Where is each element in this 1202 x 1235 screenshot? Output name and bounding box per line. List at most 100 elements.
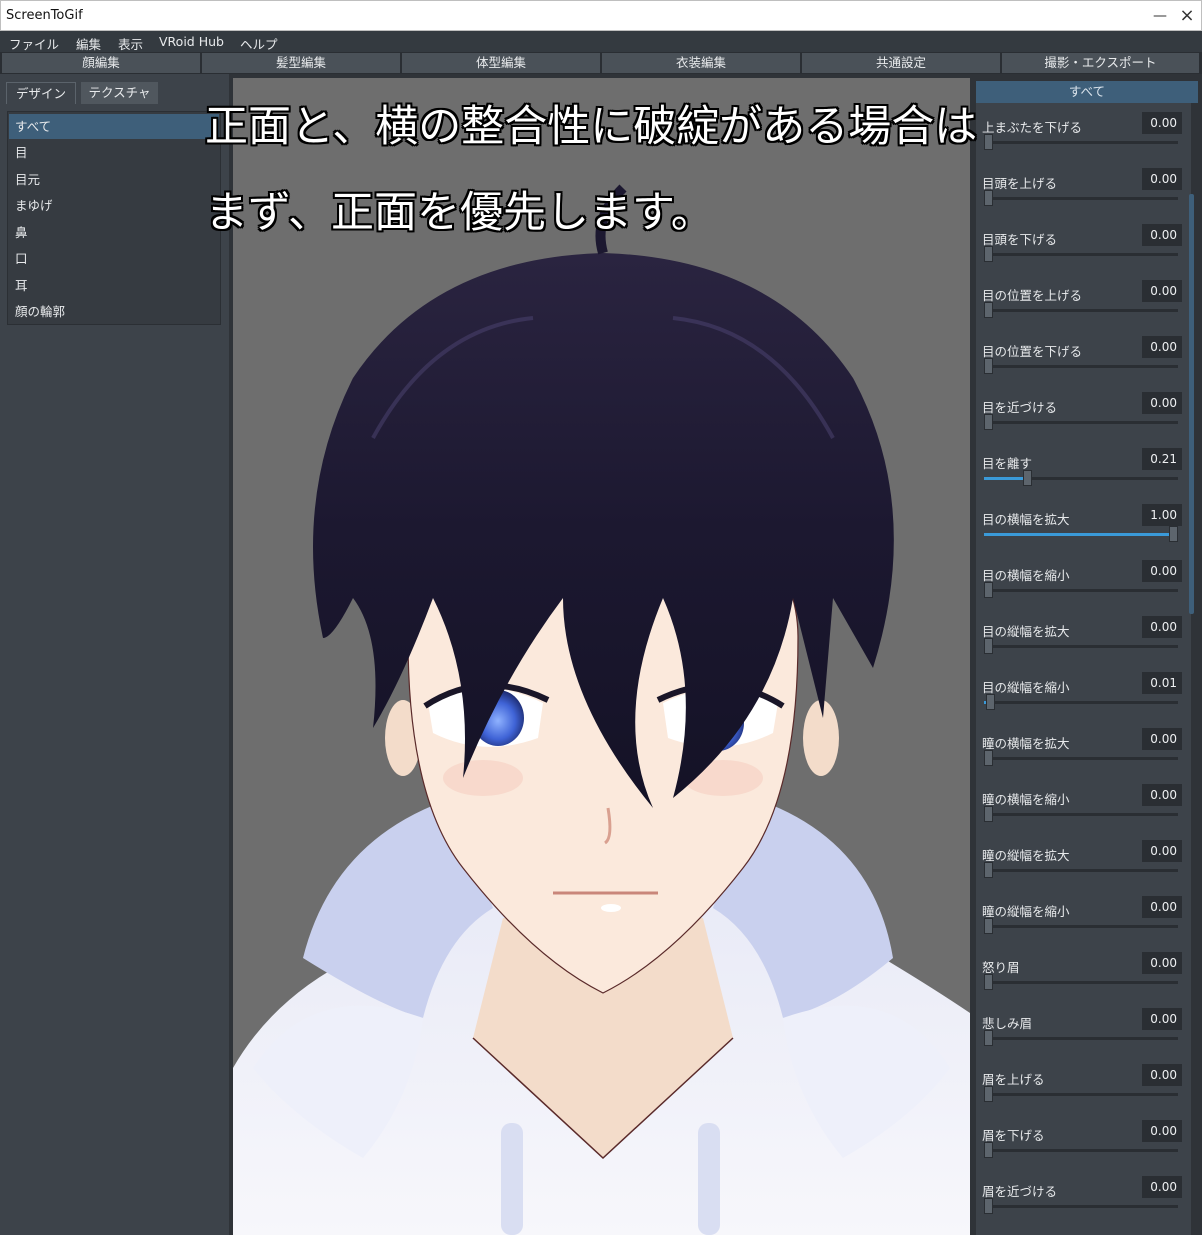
param-slider-track[interactable]	[984, 1093, 1178, 1096]
param-value-field[interactable]: 0.00	[1142, 728, 1182, 750]
param-slider-thumb[interactable]	[984, 1198, 993, 1214]
category-eye-area[interactable]: 目元	[9, 167, 219, 192]
param-slider-track[interactable]	[984, 141, 1178, 144]
param-value-field[interactable]: 0.00	[1142, 168, 1182, 190]
param-slider-track[interactable]	[984, 869, 1178, 872]
param-row: 眉を下げる 0.00	[976, 1113, 1191, 1169]
tab-hair-edit[interactable]: 髪型編集	[202, 53, 401, 73]
param-value-field[interactable]: 1.00	[1142, 504, 1182, 526]
param-label: 目の位置を上げる	[982, 288, 1083, 303]
param-list: 上まぶたを下げる 0.00 目頭を上げる 0.00 目頭を下げる 0.00 目の位置を上げる…	[976, 103, 1191, 1235]
param-slider-thumb[interactable]	[984, 190, 993, 206]
right-panel: すべて 上まぶたを下げる 0.00 目頭を上げる 0.00 目頭を下げる 0.00 目の位置…	[970, 74, 1202, 1235]
param-slider-track[interactable]	[984, 365, 1178, 368]
category-nose[interactable]: 鼻	[9, 220, 219, 245]
param-label: 眉を近づける	[982, 1184, 1058, 1199]
scrollbar-thumb[interactable]	[1189, 194, 1194, 614]
param-value-field[interactable]: 0.00	[1142, 784, 1182, 806]
param-slider-thumb[interactable]	[984, 414, 993, 430]
param-slider-track[interactable]	[984, 533, 1178, 536]
tab-face-edit[interactable]: 顔編集	[2, 53, 201, 73]
param-slider-track[interactable]	[984, 701, 1178, 704]
param-slider-thumb[interactable]	[984, 134, 993, 150]
close-icon[interactable]: ×	[1174, 5, 1200, 27]
param-slider-thumb[interactable]	[984, 1086, 993, 1102]
param-value-field[interactable]: 0.01	[1142, 672, 1182, 694]
param-slider-thumb[interactable]	[984, 862, 993, 878]
param-slider-track[interactable]	[984, 421, 1178, 424]
menu-help[interactable]: ヘルプ	[240, 34, 278, 53]
param-row: 目の位置を下げる 0.00	[976, 329, 1191, 385]
tab-texture[interactable]: テクスチャ	[81, 82, 158, 104]
category-face-contour[interactable]: 顔の輪郭	[9, 299, 219, 324]
param-slider-track[interactable]	[984, 589, 1178, 592]
category-eyebrows[interactable]: まゆげ	[9, 193, 219, 218]
param-value-field[interactable]: 0.00	[1142, 224, 1182, 246]
param-value-field[interactable]: 0.00	[1142, 112, 1182, 134]
menu-file[interactable]: ファイル	[9, 34, 59, 53]
param-value-field[interactable]: 0.00	[1142, 1064, 1182, 1086]
param-slider-thumb[interactable]	[984, 582, 993, 598]
tab-photo-export[interactable]: 撮影・エクスポート	[1002, 53, 1200, 73]
param-group-header[interactable]: すべて	[976, 81, 1198, 103]
param-slider-thumb[interactable]	[1169, 526, 1178, 542]
param-slider-thumb[interactable]	[984, 974, 993, 990]
param-label: 目の横幅を縮小	[982, 568, 1070, 583]
param-slider-thumb[interactable]	[984, 246, 993, 262]
param-slider-thumb[interactable]	[984, 750, 993, 766]
param-value-field[interactable]: 0.00	[1142, 336, 1182, 358]
menu-edit[interactable]: 編集	[76, 34, 101, 53]
param-slider-thumb[interactable]	[984, 1142, 993, 1158]
param-value-field[interactable]: 0.00	[1142, 560, 1182, 582]
param-slider-thumb[interactable]	[984, 806, 993, 822]
caption-line-1: 正面と、横の整合性に破綻がある場合は	[205, 102, 978, 152]
param-row: 目を離す 0.21	[976, 441, 1191, 497]
param-slider-thumb[interactable]	[984, 302, 993, 318]
param-slider-thumb[interactable]	[1023, 470, 1032, 486]
category-mouth[interactable]: 口	[9, 246, 219, 271]
category-all[interactable]: すべて	[9, 114, 219, 139]
param-slider-thumb[interactable]	[984, 918, 993, 934]
param-slider-thumb[interactable]	[984, 358, 993, 374]
param-value-field[interactable]: 0.00	[1142, 896, 1182, 918]
param-slider-track[interactable]	[984, 253, 1178, 256]
param-slider-track[interactable]	[984, 925, 1178, 928]
category-eyes[interactable]: 目	[9, 140, 219, 165]
minimize-icon[interactable]: —	[1147, 5, 1173, 27]
param-slider-track[interactable]	[984, 1149, 1178, 1152]
param-slider-track[interactable]	[984, 757, 1178, 760]
param-slider-track[interactable]	[984, 1037, 1178, 1040]
menu-vroid-hub[interactable]: VRoid Hub	[159, 34, 224, 49]
param-slider-track[interactable]	[984, 813, 1178, 816]
param-row: 瞳の横幅を縮小 0.00	[976, 777, 1191, 833]
param-slider-thumb[interactable]	[986, 694, 995, 710]
category-ears[interactable]: 耳	[9, 273, 219, 298]
param-value-field[interactable]: 0.00	[1142, 1176, 1182, 1198]
param-value-field[interactable]: 0.00	[1142, 1120, 1182, 1142]
menu-view[interactable]: 表示	[118, 34, 143, 53]
param-slider-track[interactable]	[984, 309, 1178, 312]
param-slider-track[interactable]	[984, 477, 1178, 480]
tab-body-edit[interactable]: 体型編集	[402, 53, 601, 73]
param-value-field[interactable]: 0.21	[1142, 448, 1182, 470]
param-value-field[interactable]: 0.00	[1142, 840, 1182, 862]
tab-outfit-edit[interactable]: 衣装編集	[602, 53, 801, 73]
param-slider-thumb[interactable]	[984, 1030, 993, 1046]
param-value-field[interactable]: 0.00	[1142, 392, 1182, 414]
param-value-field[interactable]: 0.00	[1142, 280, 1182, 302]
param-row: 上まぶたを下げる 0.00	[976, 105, 1191, 161]
param-value-field[interactable]: 0.00	[1142, 952, 1182, 974]
param-value-field[interactable]: 0.00	[1142, 616, 1182, 638]
param-slider-thumb[interactable]	[984, 638, 993, 654]
viewport-3d[interactable]	[233, 78, 970, 1235]
param-slider-track[interactable]	[984, 981, 1178, 984]
param-value-field[interactable]: 0.00	[1142, 1008, 1182, 1030]
tab-common-settings[interactable]: 共通設定	[802, 53, 1001, 73]
param-slider-track[interactable]	[984, 645, 1178, 648]
param-label: 目の縦幅を拡大	[982, 624, 1070, 639]
param-slider-track[interactable]	[984, 197, 1178, 200]
param-slider-track[interactable]	[984, 1205, 1178, 1208]
param-row: 瞳の横幅を拡大 0.00	[976, 721, 1191, 777]
tab-design[interactable]: デザイン	[6, 82, 76, 104]
param-row: 目の縦幅を拡大 0.00	[976, 609, 1191, 665]
